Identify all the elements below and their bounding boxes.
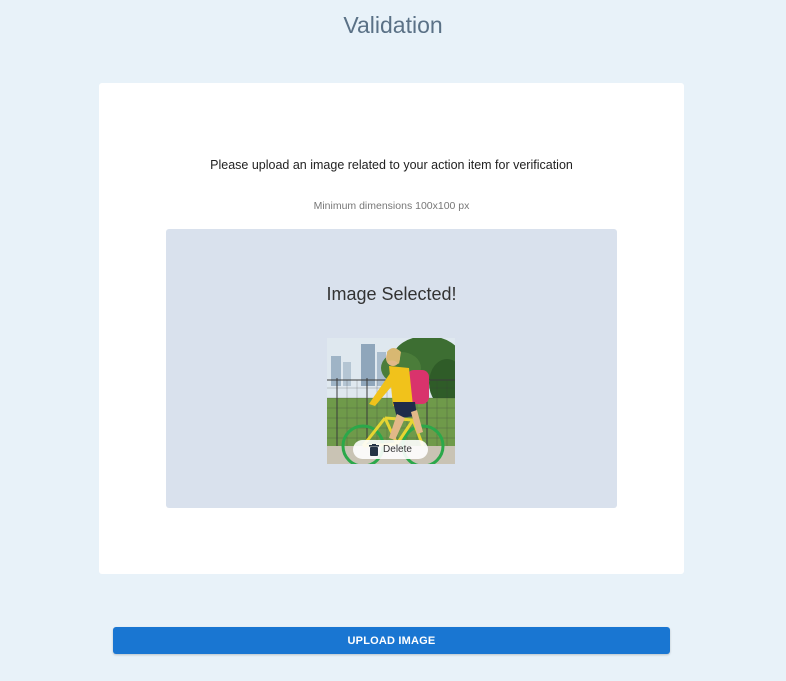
instruction-text: Please upload an image related to your a… — [210, 158, 573, 172]
trash-icon — [369, 443, 380, 456]
upload-image-button[interactable]: UPLOAD IMAGE — [113, 627, 670, 654]
page-title: Validation — [343, 12, 443, 38]
image-dropzone[interactable]: Image Selected! Delete — [166, 229, 617, 508]
validation-card: Please upload an image related to your a… — [99, 83, 684, 574]
dropzone-status: Image Selected! — [326, 284, 457, 304]
dimension-hint: Minimum dimensions 100x100 px — [313, 200, 470, 212]
delete-label: Delete — [383, 444, 412, 455]
image-preview: Delete — [327, 338, 455, 464]
delete-button[interactable]: Delete — [353, 440, 428, 459]
